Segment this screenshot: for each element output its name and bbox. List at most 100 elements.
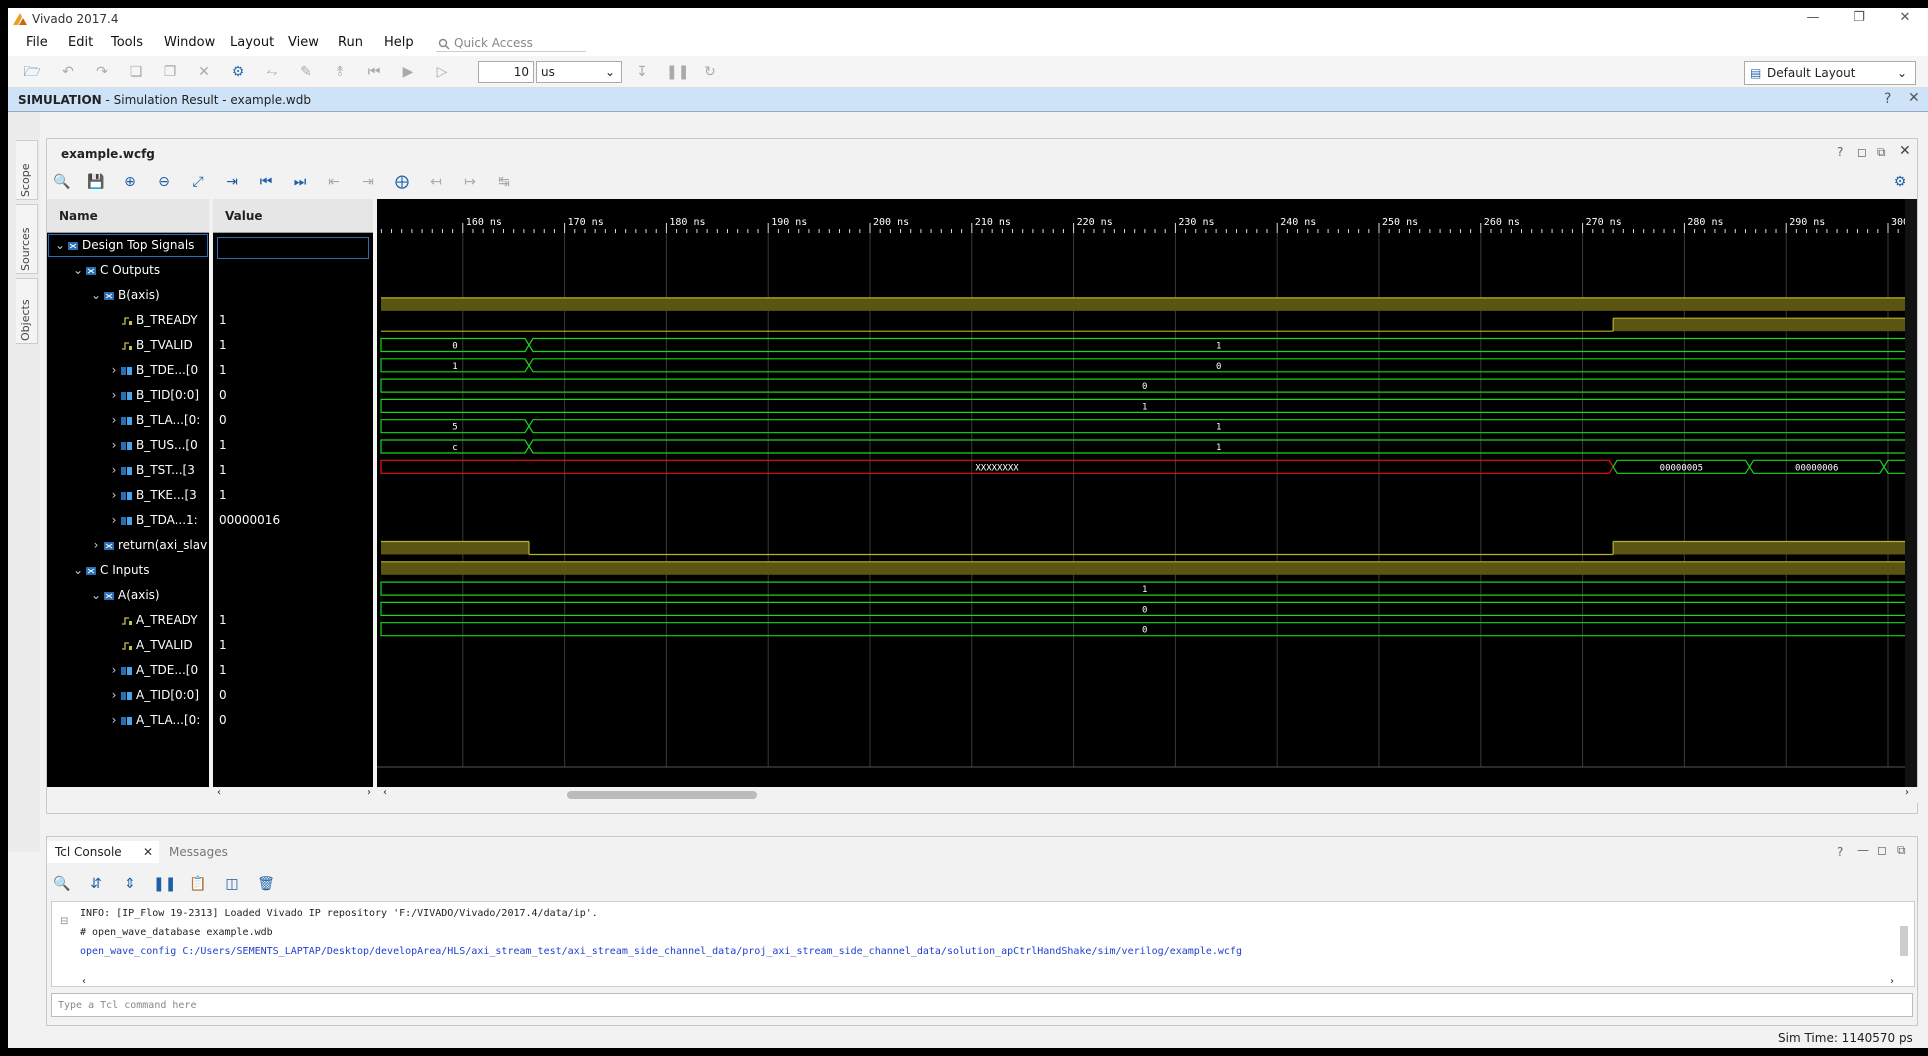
chevron-right-icon[interactable]: › <box>107 458 121 483</box>
close-window-icon[interactable]: ✕ <box>1890 10 1920 28</box>
horizontal-scrollbar[interactable]: ‹ › ‹ › <box>47 787 1919 803</box>
step-icon[interactable]: ↧ <box>632 62 652 82</box>
redo-icon[interactable]: ↷ <box>92 62 112 82</box>
scroll-right-icon[interactable]: › <box>367 787 371 798</box>
signal-row[interactable]: B_TVALID <box>47 333 209 358</box>
columns-icon[interactable]: ◫ <box>221 873 243 895</box>
tab-objects[interactable]: Objects <box>16 278 38 344</box>
zoom-in-icon[interactable]: ⊕ <box>119 171 141 193</box>
pen-icon[interactable]: ✎ <box>296 62 316 82</box>
chevron-right-icon[interactable]: › <box>107 658 121 683</box>
help-icon[interactable]: ? <box>1837 145 1843 159</box>
menu-run[interactable]: Run <box>338 35 363 50</box>
scroll-right-icon[interactable]: › <box>1890 976 1894 987</box>
signal-row[interactable]: › B_TST...[3 <box>47 458 209 483</box>
go-to-start-icon[interactable]: ⏮ <box>255 171 277 193</box>
chevron-right-icon[interactable]: › <box>107 358 121 383</box>
scroll-left-icon[interactable]: ‹ <box>383 787 387 798</box>
debug-icon[interactable]: ⥉ <box>330 62 350 82</box>
open-folder-icon[interactable]: 🗁 <box>22 62 42 82</box>
collapse-all-icon[interactable]: ⇵ <box>85 873 107 895</box>
time-unit-select[interactable]: us ⌄ <box>536 61 622 83</box>
auto-connect-icon[interactable]: ⥊ <box>262 62 282 82</box>
minimize-icon[interactable]: — <box>1798 10 1828 28</box>
signal-row[interactable]: › A_TLA...[0: <box>47 708 209 733</box>
close-sim-icon[interactable]: ✕ <box>1908 90 1920 106</box>
scroll-left-icon[interactable]: ‹ <box>217 787 221 798</box>
chevron-right-icon[interactable]: › <box>107 708 121 733</box>
minimize-panel-icon[interactable]: — <box>1857 843 1869 857</box>
search-icon[interactable]: 🔍 <box>51 171 73 193</box>
signal-row[interactable]: ⌄ C Inputs <box>47 558 209 583</box>
help-icon[interactable]: ? <box>1884 91 1891 107</box>
maximize-panel-icon[interactable]: ◻ <box>1877 843 1887 857</box>
signal-row[interactable]: ⌄ B(axis) <box>47 283 209 308</box>
signal-row[interactable]: › B_TDA...1: <box>47 508 209 533</box>
undo-icon[interactable]: ↶ <box>58 62 78 82</box>
signal-row[interactable]: › B_TLA...[0: <box>47 408 209 433</box>
float-panel-icon[interactable]: ⧉ <box>1897 843 1906 858</box>
chevron-right-icon[interactable]: › <box>107 383 121 408</box>
go-to-cursor-icon[interactable]: ⇥ <box>221 171 243 193</box>
settings-gear-icon[interactable]: ⚙ <box>228 62 248 82</box>
layout-select[interactable]: ▤ Default Layout ⌄ <box>1744 61 1916 85</box>
waveform-display[interactable]: 160 ns 170 ns 180 ns 190 ns 200 ns 210 ns 220 … <box>377 199 1917 787</box>
chevron-right-icon[interactable]: › <box>89 533 103 558</box>
signal-row[interactable]: ⌄ Design Top Signals <box>47 233 209 258</box>
zoom-fit-icon[interactable]: ⤢ <box>187 171 209 193</box>
copy-icon[interactable]: ❏ <box>126 62 146 82</box>
scroll-thumb[interactable] <box>567 791 757 799</box>
chevron-down-icon[interactable]: ⌄ <box>53 233 67 258</box>
signal-row[interactable]: ⌄ A(axis) <box>47 583 209 608</box>
menu-layout[interactable]: Layout <box>230 35 274 50</box>
restore-icon[interactable]: ❐ <box>1844 10 1874 28</box>
add-marker-icon[interactable]: ⨁ <box>391 171 413 193</box>
tab-messages[interactable]: Messages <box>161 841 236 863</box>
run-time-input[interactable]: 10 <box>478 61 534 83</box>
minimize-panel-icon[interactable]: ◻ <box>1857 145 1867 159</box>
tab-scope[interactable]: Scope <box>16 140 38 200</box>
chevron-down-icon[interactable]: ⌄ <box>71 558 85 583</box>
signal-row[interactable]: › B_TID[0:0] <box>47 383 209 408</box>
signal-row[interactable]: › B_TKE...[3 <box>47 483 209 508</box>
restart-icon[interactable]: ⏮ <box>364 62 384 82</box>
run-all-icon[interactable]: ▶ <box>398 62 418 82</box>
collapse-block-icon[interactable]: ⊟ <box>60 916 68 927</box>
value-column-header[interactable]: Value <box>213 199 373 233</box>
close-panel-icon[interactable]: ✕ <box>1899 143 1911 159</box>
console-scroll-thumb[interactable] <box>1900 926 1908 956</box>
chevron-right-icon[interactable]: › <box>107 683 121 708</box>
menu-help[interactable]: Help <box>384 35 414 50</box>
signal-row[interactable]: › return(axi_slav <box>47 533 209 558</box>
chevron-down-icon[interactable]: ⌄ <box>89 283 103 308</box>
signal-row[interactable]: › A_TID[0:0] <box>47 683 209 708</box>
menu-file[interactable]: File <box>26 35 48 50</box>
menu-edit[interactable]: Edit <box>68 35 93 50</box>
close-tab-icon[interactable]: ✕ <box>143 845 153 859</box>
zoom-out-icon[interactable]: ⊖ <box>153 171 175 193</box>
chevron-down-icon[interactable]: ⌄ <box>71 258 85 283</box>
signal-row[interactable]: A_TVALID <box>47 633 209 658</box>
clear-icon[interactable]: 🗑 <box>255 873 277 895</box>
name-column-header[interactable]: Name <box>47 199 209 233</box>
prev-marker-icon[interactable]: ↤ <box>425 171 447 193</box>
chevron-right-icon[interactable]: › <box>107 408 121 433</box>
scroll-left-icon[interactable]: ‹ <box>82 976 86 987</box>
menu-tools[interactable]: Tools <box>111 35 143 50</box>
search-icon[interactable]: 🔍 <box>51 873 73 895</box>
tcl-command-input[interactable]: Type a Tcl command here <box>51 993 1913 1017</box>
settings-gear-icon[interactable]: ⚙ <box>1889 171 1911 193</box>
chevron-right-icon[interactable]: › <box>107 433 121 458</box>
swap-cursors-icon[interactable]: ↹ <box>493 171 515 193</box>
signal-row[interactable]: ⌄ C Outputs <box>47 258 209 283</box>
menu-window[interactable]: Window <box>164 35 215 50</box>
signal-row[interactable]: A_TREADY <box>47 608 209 633</box>
copy-icon[interactable]: 📋 <box>187 873 209 895</box>
chevron-down-icon[interactable]: ⌄ <box>89 583 103 608</box>
waveform-tab-title[interactable]: example.wcfg <box>61 147 155 161</box>
signal-row[interactable]: › B_TUS...[0 <box>47 433 209 458</box>
help-icon[interactable]: ? <box>1837 845 1843 859</box>
signal-row[interactable]: B_TREADY <box>47 308 209 333</box>
next-transition-icon[interactable]: ⇥ <box>357 171 379 193</box>
scroll-right-icon[interactable]: › <box>1905 787 1909 798</box>
